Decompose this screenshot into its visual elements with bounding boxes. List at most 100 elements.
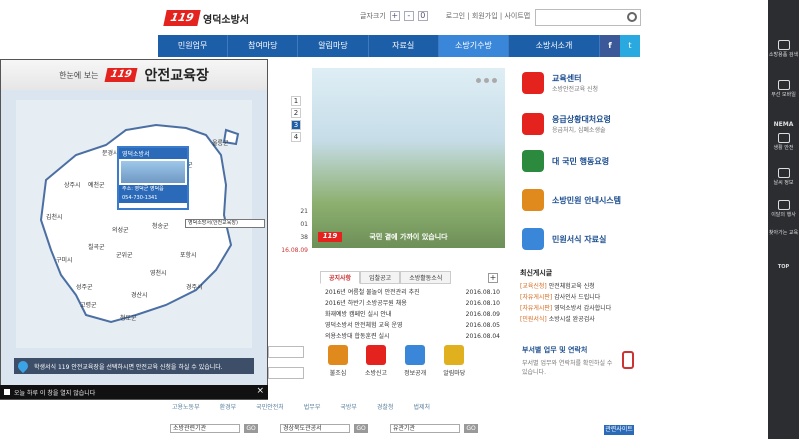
pager-3[interactable]: 3: [291, 120, 301, 130]
quick-link-civil[interactable]: 소방민원 안내시스템: [522, 189, 621, 211]
list-item[interactable]: [교육신청] 안전체험교육 신청: [520, 281, 640, 292]
list-item[interactable]: [민원서식] 소방시설 완공검사: [520, 314, 640, 325]
news-title[interactable]: 화재예방 캠페인 실시 안내: [325, 309, 391, 320]
list-item[interactable]: 영덕소방서 안전체험 교육 운영 2016.08.05: [325, 320, 500, 331]
news-title[interactable]: 영덕소방서 안전체험 교육 운영: [325, 320, 402, 331]
related-sites-button[interactable]: 관련사이트: [604, 425, 634, 435]
sidebar-item-7[interactable]: 찾아가는 교육: [768, 230, 799, 236]
partner-link[interactable]: 환경부: [220, 402, 237, 411]
list-item[interactable]: [자유게시판] 영덕소방서 감사합니다: [520, 303, 640, 314]
service-info[interactable]: 정보공개: [404, 345, 426, 377]
post-title[interactable]: 소방시설 완공검사: [549, 316, 595, 323]
education-icon: [522, 72, 544, 94]
region-label[interactable]: 김천시: [46, 212, 63, 221]
quick-link-education[interactable]: 교육센터 소방안전교육 신청: [522, 72, 598, 94]
region-label[interactable]: 경산시: [131, 290, 148, 299]
zoom-in-button[interactable]: +: [389, 11, 400, 21]
sidebar-item-3[interactable]: NEMA: [768, 122, 799, 128]
region-label[interactable]: 군위군: [116, 250, 133, 259]
partner-link[interactable]: 법제처: [413, 402, 430, 411]
search-icon[interactable]: [627, 12, 637, 22]
back-to-top-button[interactable]: TOP: [768, 264, 799, 270]
sidebar-item-4[interactable]: 생활 안전: [768, 133, 799, 151]
news-more-button[interactable]: +: [488, 273, 498, 283]
partner-link[interactable]: 경찰청: [377, 402, 394, 411]
site-select-1[interactable]: 소방관련기관: [170, 424, 240, 433]
list-item[interactable]: 화재예방 캠페인 실시 안내 2016.08.09: [325, 309, 500, 320]
list-item[interactable]: 의용소방대 합동훈련 실시 2016.08.04: [325, 331, 500, 342]
zoom-reset-button[interactable]: 0: [417, 11, 428, 21]
region-label[interactable]: 영천시: [150, 268, 167, 277]
bg-arrow-button[interactable]: [268, 367, 304, 379]
sidebar-item-1[interactable]: 소방용품 검색: [768, 40, 799, 58]
sidebar-item-6[interactable]: 이달의 행사: [768, 200, 799, 218]
hero-caption: 국민 곁에 가까이 있습니다: [369, 233, 448, 241]
site-select-2[interactable]: 경상북도관공서: [280, 424, 350, 433]
nav-item-3[interactable]: 알림마당: [298, 35, 369, 57]
nav-item-2[interactable]: 참여마당: [228, 35, 299, 57]
go-button[interactable]: GO: [464, 424, 478, 433]
region-label[interactable]: 의성군: [112, 225, 129, 234]
service-fire-prevention[interactable]: 불조심: [328, 345, 348, 377]
go-button[interactable]: GO: [354, 424, 368, 433]
nav-item-6[interactable]: 소방서소개: [509, 35, 600, 57]
pager-4[interactable]: 4: [291, 132, 301, 142]
hero-banner[interactable]: 119 국민 곁에 가까이 있습니다: [312, 68, 505, 248]
region-label[interactable]: 칠곡군: [88, 242, 105, 251]
facebook-icon[interactable]: f: [600, 35, 620, 57]
contact-box[interactable]: 부서별 업무 및 연락처 부서별 업무와 연락처를 확인하실 수 있습니다.: [522, 345, 637, 376]
zoom-out-button[interactable]: -: [403, 11, 414, 21]
service-report[interactable]: 소방신고: [365, 345, 387, 377]
nav-item-5[interactable]: 소방기수방: [438, 35, 510, 57]
region-label[interactable]: 경주시: [186, 282, 203, 291]
tab-bid[interactable]: 입찰공고: [360, 271, 401, 284]
dont-show-checkbox[interactable]: [4, 389, 10, 395]
bg-arrow-button[interactable]: [268, 346, 304, 358]
partner-link[interactable]: 국민안전처: [256, 402, 284, 411]
news-title[interactable]: 2016년 하반기 소방공무원 채용: [325, 298, 407, 309]
list-item[interactable]: 2016년 여름철 물놀이 안전관리 추진 2016.08.10: [325, 287, 500, 298]
service-notice[interactable]: 알림마당: [443, 345, 465, 377]
close-icon[interactable]: ×: [256, 386, 264, 396]
quick-link-guide[interactable]: 대 국민 행동요령: [522, 150, 609, 172]
region-label[interactable]: 청송군: [152, 221, 169, 230]
quick-link-firstaid[interactable]: 응급상황대처요령 응급처치, 심폐소생술: [522, 113, 611, 135]
region-label[interactable]: 청도군: [120, 313, 137, 322]
partner-link[interactable]: 법무부: [304, 402, 321, 411]
post-title[interactable]: 영덕소방서 감사합니다: [554, 305, 611, 312]
slide-dots[interactable]: [476, 78, 497, 83]
list-item[interactable]: 2016년 하반기 소방공무원 채용 2016.08.10: [325, 298, 500, 309]
site-select-3[interactable]: 유관기관: [390, 424, 460, 433]
dont-show-label[interactable]: 오늘 하루 이 창을 열지 않습니다: [14, 388, 95, 397]
tab-notice[interactable]: 공지사항: [320, 271, 361, 284]
nav-item-1[interactable]: 민원업무: [158, 35, 229, 57]
partner-link[interactable]: 국방부: [340, 402, 357, 411]
region-label[interactable]: 구미시: [56, 255, 73, 264]
pager-1[interactable]: 1: [291, 96, 301, 106]
nav-item-4[interactable]: 자료실: [369, 35, 439, 57]
region-label[interactable]: 예천군: [88, 180, 105, 189]
sidebar-item-2[interactable]: 무선 모바일: [768, 80, 799, 98]
search-input[interactable]: [535, 9, 641, 26]
twitter-icon[interactable]: t: [620, 35, 640, 57]
region-label[interactable]: 성주군: [76, 282, 93, 291]
tab-activity[interactable]: 소방활동소식: [400, 271, 452, 284]
pager-2[interactable]: 2: [291, 108, 301, 118]
post-title[interactable]: 감사인사 드립니다: [554, 294, 600, 301]
region-label[interactable]: 상주시: [64, 180, 81, 189]
partner-link[interactable]: 고용노동부: [172, 402, 200, 411]
list-item[interactable]: [자유게시판] 감사인사 드립니다: [520, 292, 640, 303]
news-title[interactable]: 2016년 여름철 물놀이 안전관리 추진: [325, 287, 420, 298]
region-label[interactable]: 포항시: [180, 250, 197, 259]
station-tooltip[interactable]: 영덕소방서 주소: 영덕군 영덕읍 054-730-1341: [117, 146, 189, 210]
region-label[interactable]: 고령군: [80, 300, 97, 309]
news-title[interactable]: 의용소방대 합동훈련 실시: [325, 331, 390, 342]
region-label[interactable]: 울릉군: [212, 138, 229, 147]
sidebar-item-5[interactable]: 날씨 정보: [768, 168, 799, 186]
post-title[interactable]: 안전체험교육 신청: [549, 283, 595, 290]
go-button[interactable]: GO: [244, 424, 258, 433]
bg-table: 21 01 38 16.08.09: [268, 205, 308, 257]
site-logo[interactable]: 119 영덕소방서: [163, 9, 265, 27]
quick-link-forms[interactable]: 민원서식 자료실: [522, 228, 606, 250]
util-links[interactable]: 로그인 | 회원가입 | 사이트맵: [446, 11, 530, 21]
